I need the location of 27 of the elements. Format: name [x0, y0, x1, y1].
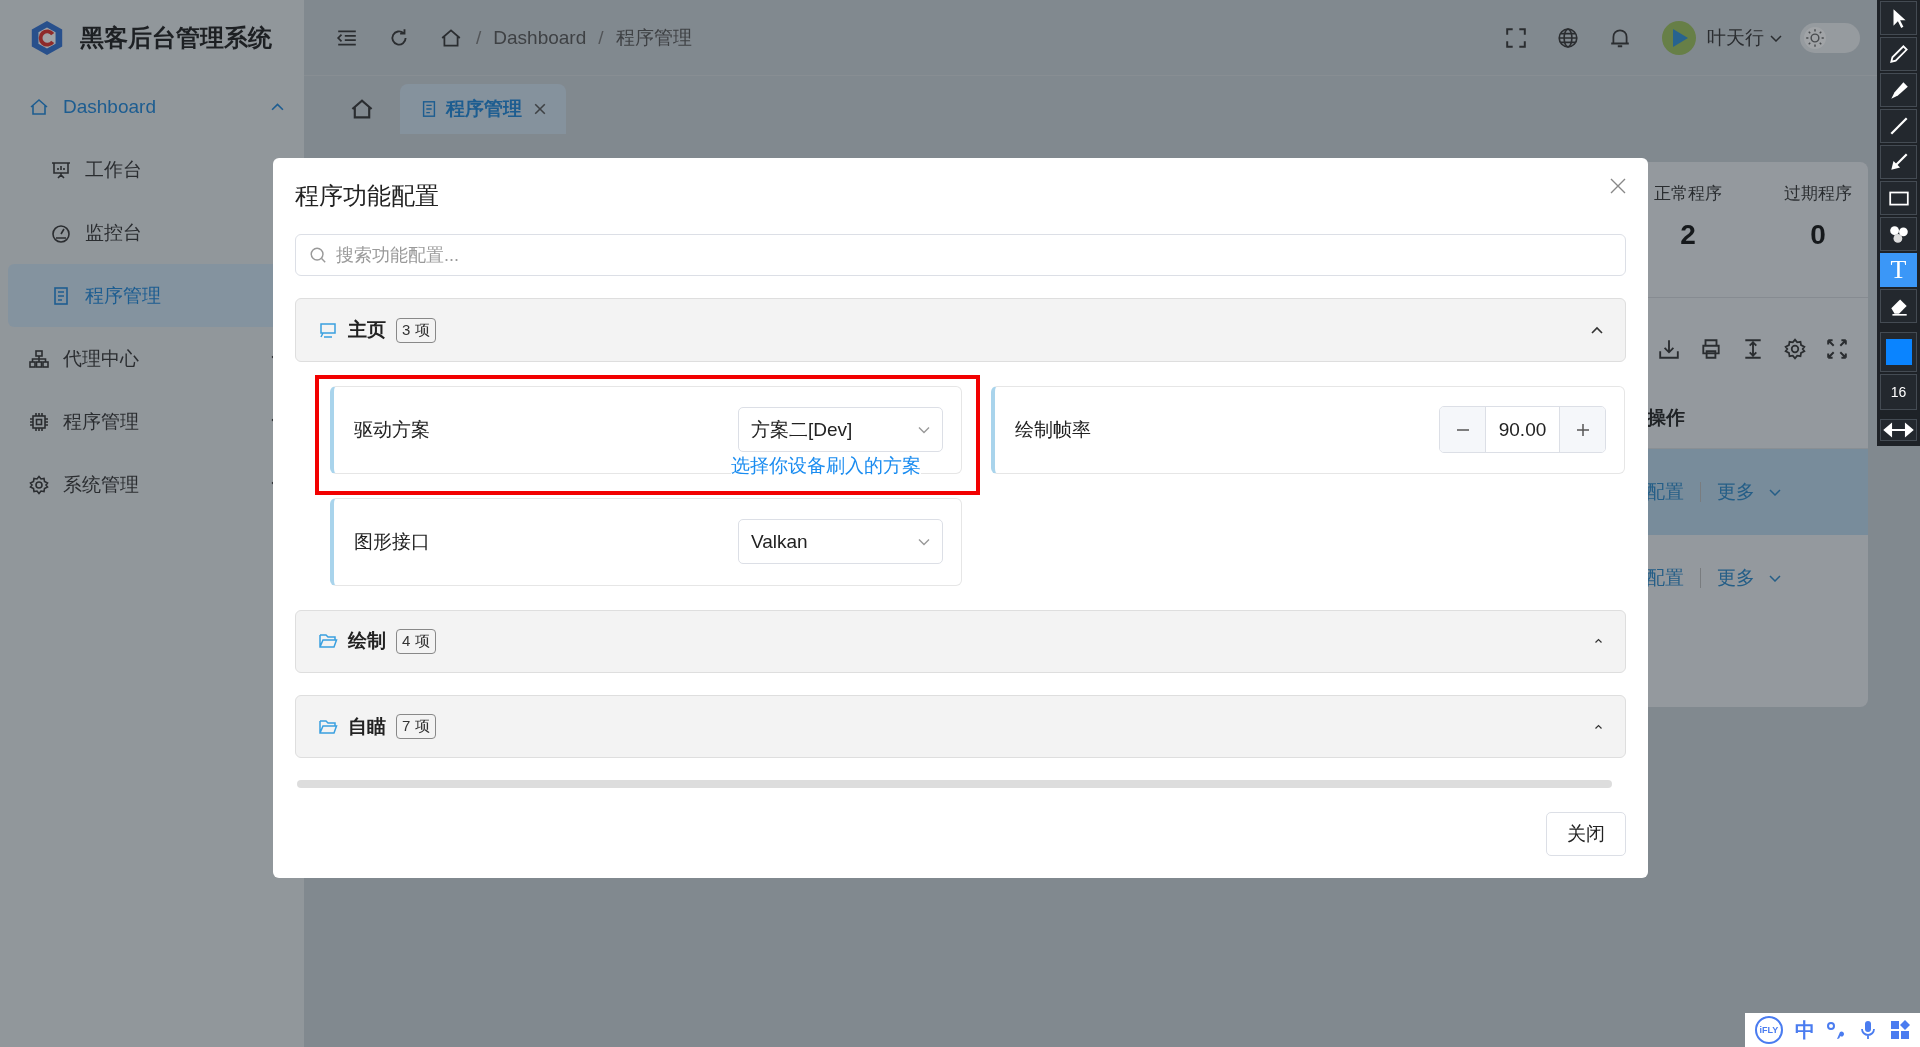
tab-label: 程序管理 — [446, 97, 522, 121]
select-value: 方案二[Dev] — [751, 417, 854, 442]
menu-label: 程序管理 — [85, 283, 161, 308]
section-title: 主页 — [348, 318, 386, 343]
stat-value: 0 — [1810, 219, 1826, 251]
count-badge: 7 项 — [396, 714, 436, 739]
menu-label: 系统管理 — [63, 472, 139, 497]
menu-label: 监控台 — [85, 220, 142, 245]
dialog-title: 程序功能配置 — [295, 181, 439, 211]
setting-label: 驱动方案 — [354, 417, 431, 442]
menu-label: Dashboard — [63, 95, 156, 118]
app-title: 黑客后台管理系统 — [80, 22, 272, 53]
count-badge: 3 项 — [396, 317, 436, 343]
breadcrumb-separator: / — [476, 26, 482, 49]
menu-label: 程序管理 — [63, 409, 139, 434]
count-badge: 4 项 — [396, 628, 436, 654]
stat-value: 2 — [1680, 219, 1696, 251]
stat-label: 正常程序 — [1654, 183, 1722, 205]
setting-label: 图形接口 — [354, 529, 431, 554]
setting-label: 绘制帧率 — [1015, 417, 1092, 442]
menu-label: 代理中心 — [63, 346, 139, 371]
section-title: 自瞄 — [348, 714, 386, 739]
breadcrumb-separator: / — [598, 26, 604, 49]
select-value: Valkan — [751, 530, 809, 553]
stat-label: 过期程序 — [1784, 183, 1852, 205]
menu-label: 工作台 — [85, 157, 142, 182]
section-title: 绘制 — [348, 629, 386, 654]
